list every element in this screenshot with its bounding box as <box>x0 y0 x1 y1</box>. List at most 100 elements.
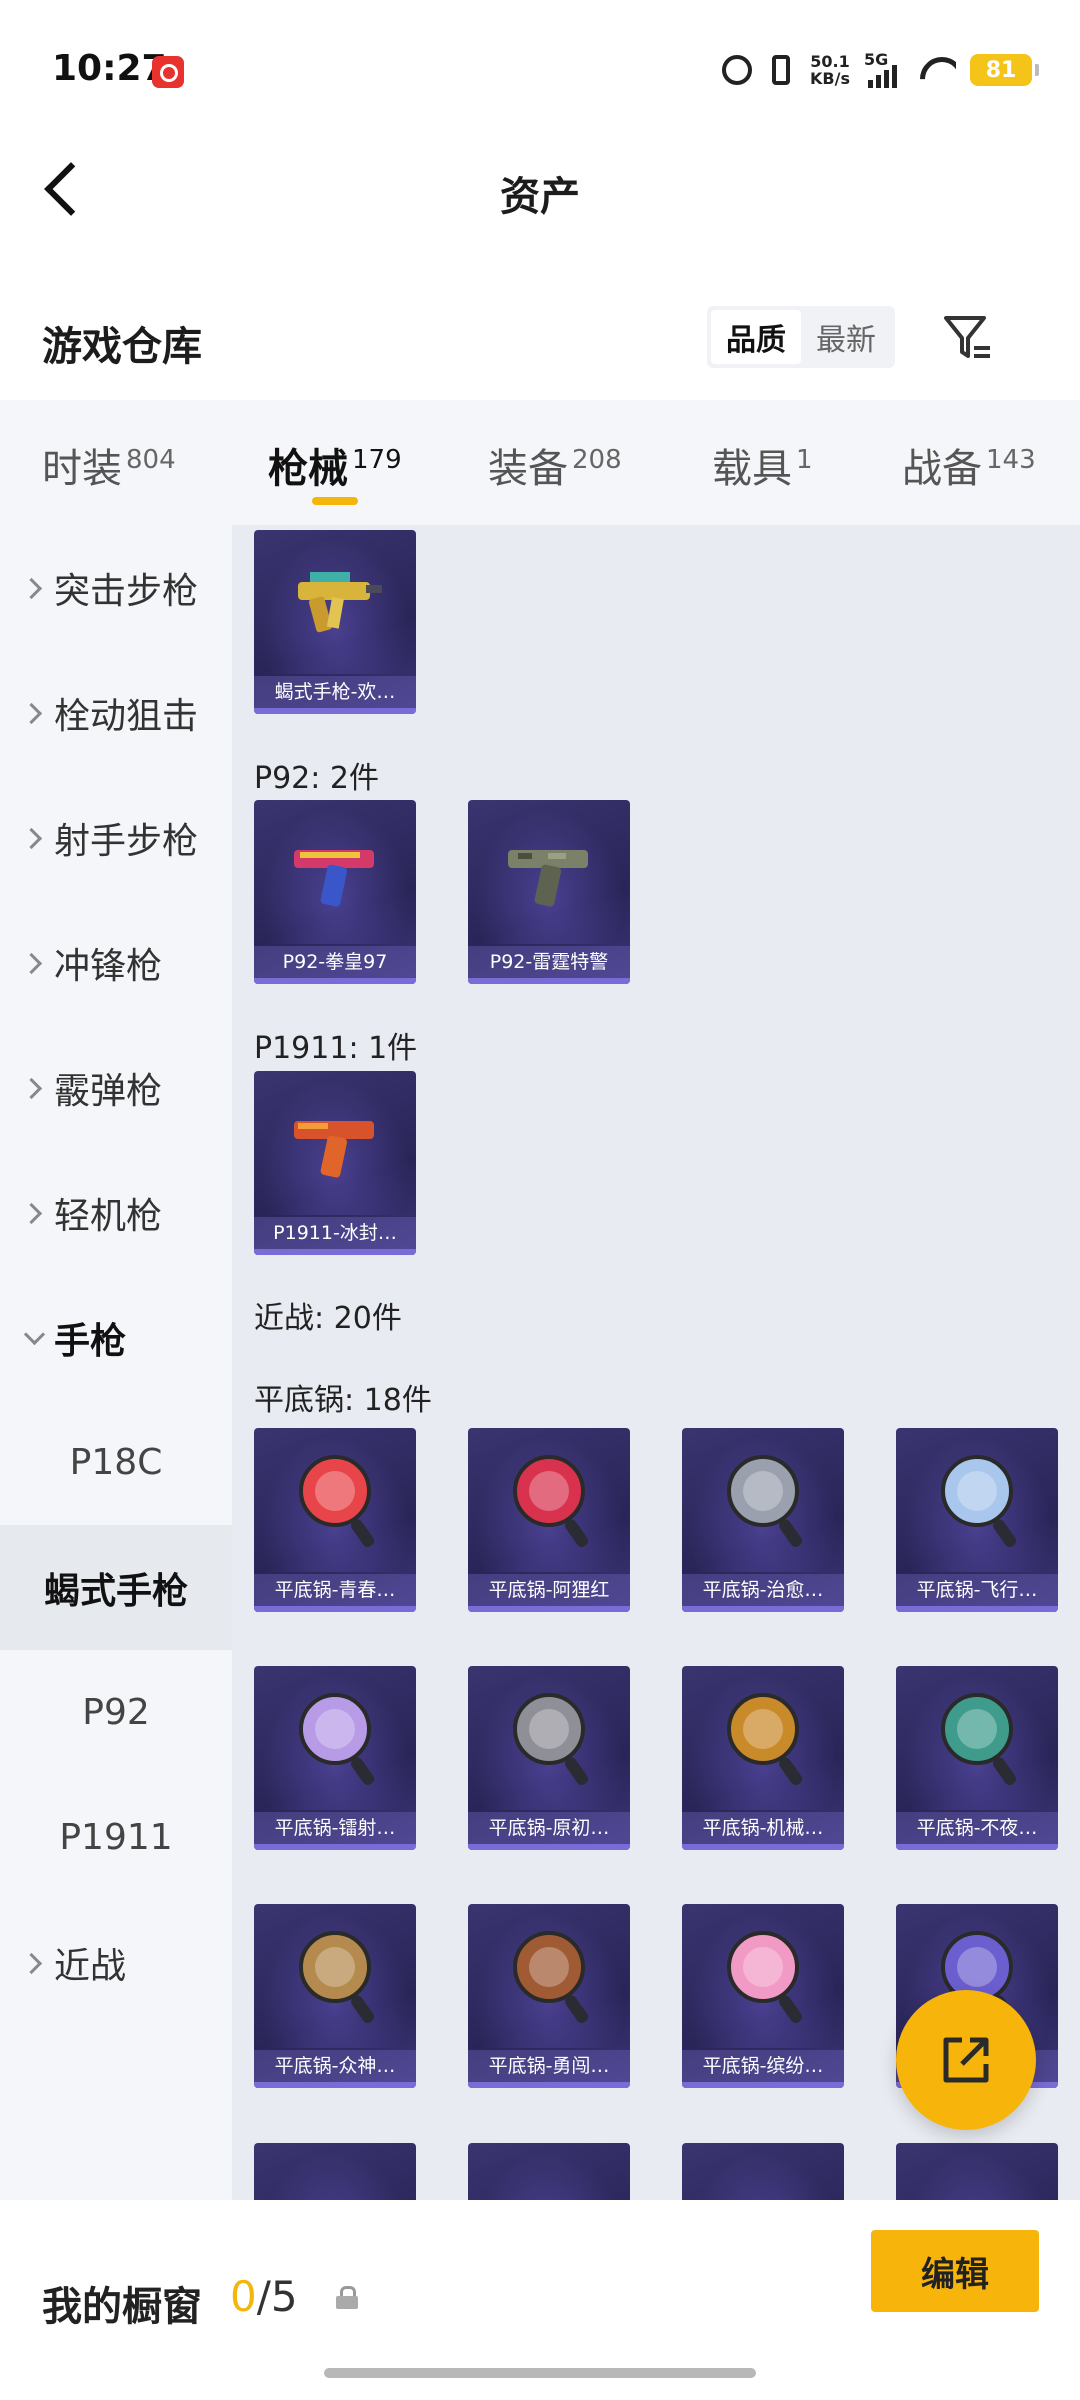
item-name: 平底锅-镭射… <box>254 1812 416 1844</box>
frying-pan-icon <box>682 1428 844 1572</box>
sidebar-item-label: 栓动狙击 <box>54 695 199 737</box>
group-label-melee: 近战: 20件 <box>254 1301 402 1336</box>
item-card[interactable]: 平底锅-缤纷… <box>682 1904 844 2088</box>
sidebar-item-marksman-rifle[interactable]: 射手步枪 <box>0 775 232 900</box>
tab-label: 装备 <box>488 446 568 492</box>
sidebar-item-shotgun[interactable]: 霰弹枪 <box>0 1025 232 1150</box>
sidebar-item-p1911[interactable]: P1911 <box>0 1775 232 1900</box>
item-card-partial[interactable] <box>682 2143 844 2200</box>
item-card[interactable]: P92-拳皇97 <box>254 800 416 984</box>
lock-icon <box>336 2286 358 2310</box>
showcase-label: 我的橱窗 <box>42 2284 202 2330</box>
item-name: P92-雷霆特警 <box>468 946 630 978</box>
item-card-partial[interactable] <box>468 2143 630 2200</box>
sidebar-item-lmg[interactable]: 轻机枪 <box>0 1150 232 1275</box>
frying-pan-icon <box>896 1428 1058 1572</box>
item-card[interactable]: 平底锅-不夜… <box>896 1666 1058 1850</box>
frying-pan-icon <box>682 1904 844 2048</box>
edit-button[interactable]: 编辑 <box>871 2230 1039 2312</box>
tab-count: 179 <box>352 445 402 475</box>
chevron-right-icon <box>22 701 46 725</box>
sidebar-item-scorpion[interactable]: 蝎式手枪 <box>0 1525 232 1650</box>
sidebar-item-bolt-sniper[interactable]: 栓动狙击 <box>0 650 232 775</box>
item-name: P1911-冰封… <box>254 1217 416 1249</box>
tab-count: 208 <box>572 445 622 475</box>
item-card[interactable]: 平底锅-青春… <box>254 1428 416 1612</box>
sidebar-item-label: 手枪 <box>54 1320 127 1362</box>
item-card[interactable]: 平底锅-飞行… <box>896 1428 1058 1612</box>
sidebar-item-p18c[interactable]: P18C <box>0 1400 232 1525</box>
showcase-count: 0/5 <box>230 2272 298 2321</box>
item-card[interactable]: 平底锅-镭射… <box>254 1666 416 1850</box>
chevron-right-icon <box>22 1951 46 1975</box>
tab-combat-gear[interactable]: 战备 143 <box>902 436 1036 494</box>
sidebar-item-pistol[interactable]: 手枪 <box>0 1275 232 1400</box>
section-title: 游戏仓库 <box>42 324 202 370</box>
item-card[interactable]: 平底锅-治愈… <box>682 1428 844 1612</box>
tab-count: 804 <box>126 445 176 475</box>
frying-pan-icon <box>468 1904 630 2048</box>
item-name: 平底锅-不夜… <box>896 1812 1058 1844</box>
pistol-colorful-icon <box>254 800 416 944</box>
item-card[interactable]: 平底锅-勇闯… <box>468 1904 630 2088</box>
item-name: 平底锅-机械… <box>682 1812 844 1844</box>
sort-newest-button[interactable]: 最新 <box>801 310 891 364</box>
chevron-right-icon <box>22 951 46 975</box>
tab-label: 载具 <box>712 446 792 492</box>
item-card[interactable]: 平底锅-众神… <box>254 1904 416 2088</box>
item-name: 平底锅-勇闯… <box>468 2050 630 2082</box>
item-card-partial[interactable] <box>254 2143 416 2200</box>
tab-guns[interactable]: 枪械 179 <box>268 436 402 494</box>
chevron-right-icon <box>22 1201 46 1225</box>
sidebar-item-melee[interactable]: 近战 <box>0 1900 232 2025</box>
net-speed: 50.1 KB/s <box>810 53 850 87</box>
item-card[interactable]: P1911-冰封… <box>254 1071 416 1255</box>
sort-quality-button[interactable]: 品质 <box>711 310 801 364</box>
filter-icon[interactable] <box>940 310 996 366</box>
sidebar-item-label: 霰弹枪 <box>54 1070 163 1112</box>
section-header: 游戏仓库 品质 最新 <box>0 280 1080 395</box>
sidebar-item-label: 轻机枪 <box>54 1195 163 1237</box>
tab-equipment[interactable]: 装备 208 <box>488 436 622 494</box>
signal-icon: 5G <box>864 50 904 88</box>
frying-pan-icon <box>254 1904 416 2048</box>
smg-gold-icon <box>254 530 416 674</box>
sidebar-item-label: P92 <box>82 1692 150 1733</box>
item-card[interactable]: 蝎式手枪-欢… <box>254 530 416 714</box>
item-card[interactable]: 平底锅-机械… <box>682 1666 844 1850</box>
item-name: 平底锅-青春… <box>254 1574 416 1606</box>
battery-level: 81 <box>985 57 1017 83</box>
status-time: 10:27 <box>52 48 167 89</box>
item-card[interactable]: 平底锅-原初… <box>468 1666 630 1850</box>
pistol-camo-icon <box>468 800 630 944</box>
share-icon <box>943 2037 989 2083</box>
item-card[interactable]: 平底锅-阿狸红 <box>468 1428 630 1612</box>
item-name: P92-拳皇97 <box>254 946 416 978</box>
item-grid: 蝎式手枪-欢… P92: 2件 P92-拳皇97 P92-雷霆特警 P1911:… <box>232 525 1080 2200</box>
showcase-used: 0 <box>230 2272 257 2321</box>
tab-label: 时装 <box>42 446 122 492</box>
item-name: 平底锅-众神… <box>254 2050 416 2082</box>
item-name: 蝎式手枪-欢… <box>254 676 416 708</box>
tab-count: 1 <box>796 445 813 475</box>
status-bar: 10:27 50.1 KB/s 5G 81 <box>0 0 1080 130</box>
item-card[interactable]: P92-雷霆特警 <box>468 800 630 984</box>
net-speed-value: 50.1 <box>810 52 850 71</box>
share-button[interactable] <box>896 1990 1036 2130</box>
item-card-partial[interactable] <box>896 2143 1058 2200</box>
sidebar-item-smg[interactable]: 冲锋枪 <box>0 900 232 1025</box>
home-indicator[interactable] <box>324 2368 756 2378</box>
sidebar-item-p92[interactable]: P92 <box>0 1650 232 1775</box>
frying-pan-icon <box>468 1428 630 1572</box>
sidebar-item-assault-rifle[interactable]: 突击步枪 <box>0 525 232 650</box>
tab-fashion[interactable]: 时装 804 <box>42 436 176 494</box>
active-tab-indicator <box>312 497 358 505</box>
tab-label: 枪械 <box>268 446 348 492</box>
sidebar-item-label: 冲锋枪 <box>54 945 163 987</box>
chevron-right-icon <box>22 576 46 600</box>
app-header: 资产 <box>0 130 1080 240</box>
vibrate-icon <box>772 55 791 85</box>
tab-vehicles[interactable]: 载具 1 <box>712 436 813 494</box>
frying-pan-icon <box>682 1666 844 1810</box>
group-label-pan: 平底锅: 18件 <box>254 1383 432 1418</box>
